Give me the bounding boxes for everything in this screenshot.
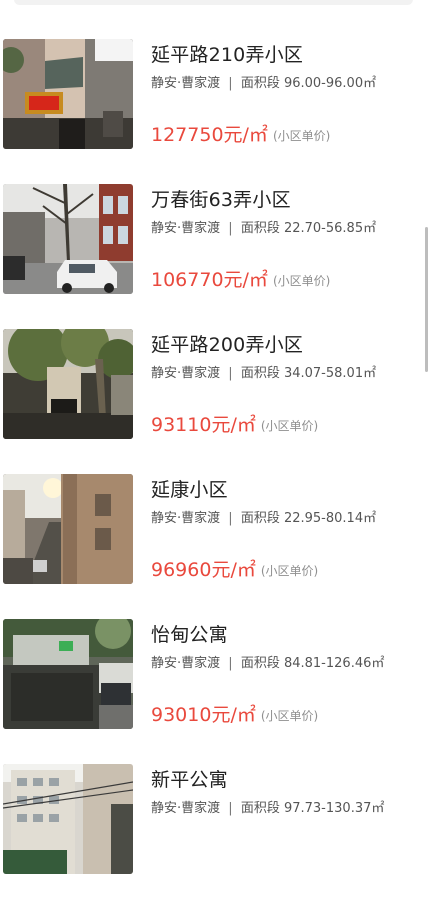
- vertical-scrollbar-thumb[interactable]: [425, 227, 428, 372]
- district-label: 静安·曹家渡: [151, 221, 221, 236]
- area-label: 面积段: [240, 366, 280, 381]
- community-meta: 静安·曹家渡 | 面积段 34.07-58.01㎡: [151, 365, 376, 383]
- top-filter-strip: [0, 0, 429, 20]
- community-name[interactable]: 延平路210弄小区: [151, 43, 303, 67]
- price-block: 93010元/㎡ (小区单价): [151, 702, 318, 728]
- community-photo[interactable]: [3, 474, 133, 584]
- community-list-item[interactable]: 新平公寓 静安·曹家渡 | 面积段 97.73-130.37㎡: [0, 763, 429, 908]
- community-meta: 静安·曹家渡 | 面积段 97.73-130.37㎡: [151, 800, 384, 818]
- price-note: (小区单价): [272, 129, 331, 143]
- meta-separator: |: [228, 76, 233, 91]
- community-photo[interactable]: [3, 764, 133, 874]
- price-block: 96960元/㎡ (小区单价): [151, 557, 318, 583]
- unit-price: 93010元/㎡: [151, 704, 256, 726]
- community-name[interactable]: 万春街63弄小区: [151, 188, 291, 212]
- meta-separator: |: [228, 656, 233, 671]
- district-label: 静安·曹家渡: [151, 656, 221, 671]
- community-meta: 静安·曹家渡 | 面积段 22.95-80.14㎡: [151, 510, 376, 528]
- lane-shop-photo: [3, 39, 133, 149]
- area-range: 97.73-130.37㎡: [283, 801, 385, 816]
- community-photo[interactable]: [3, 39, 133, 149]
- price-note: (小区单价): [260, 709, 319, 723]
- area-label: 面积段: [240, 76, 280, 91]
- community-list-item[interactable]: 延康小区 静安·曹家渡 | 面积段 22.95-80.14㎡ 96960元/㎡ (…: [0, 473, 429, 618]
- community-list-item[interactable]: 延平路200弄小区 静安·曹家渡 | 面积段 34.07-58.01㎡ 9311…: [0, 328, 429, 473]
- district-label: 静安·曹家渡: [151, 801, 221, 816]
- community-name[interactable]: 新平公寓: [151, 768, 228, 792]
- community-list-item[interactable]: 延平路210弄小区 静安·曹家渡 | 面积段 96.00-96.00㎡ 1277…: [0, 38, 429, 183]
- tree-entrance-photo: [3, 329, 133, 439]
- area-label: 面积段: [240, 221, 280, 236]
- community-photo[interactable]: [3, 329, 133, 439]
- unit-price: 96960元/㎡: [151, 559, 256, 581]
- price-note: (小区单价): [260, 564, 319, 578]
- community-list-item[interactable]: 万春街63弄小区 静安·曹家渡 | 面积段 22.70-56.85㎡ 10677…: [0, 183, 429, 328]
- community-meta: 静安·曹家渡 | 面积段 84.81-126.46㎡: [151, 655, 384, 673]
- stone-sign-photo: [3, 619, 133, 729]
- price-note: (小区单价): [272, 274, 331, 288]
- meta-separator: |: [228, 801, 233, 816]
- community-photo[interactable]: [3, 184, 133, 294]
- filter-bar-edge: [14, 0, 413, 5]
- unit-price: 106770元/㎡: [151, 269, 268, 291]
- community-meta: 静安·曹家渡 | 面积段 96.00-96.00㎡: [151, 75, 376, 93]
- area-range: 34.07-58.01㎡: [283, 366, 377, 381]
- area-range: 84.81-126.46㎡: [283, 656, 385, 671]
- street-car-photo: [3, 184, 133, 294]
- area-range: 22.70-56.85㎡: [283, 221, 377, 236]
- price-block: 106770元/㎡ (小区单价): [151, 267, 330, 293]
- community-photo[interactable]: [3, 619, 133, 729]
- meta-separator: |: [228, 366, 233, 381]
- unit-price: 93110元/㎡: [151, 414, 256, 436]
- area-label: 面积段: [240, 511, 280, 526]
- area-range: 96.00-96.00㎡: [283, 76, 377, 91]
- area-label: 面积段: [240, 801, 280, 816]
- narrow-lane-photo: [3, 474, 133, 584]
- community-list: 延平路210弄小区 静安·曹家渡 | 面积段 96.00-96.00㎡ 1277…: [0, 38, 429, 908]
- community-list-item[interactable]: 怡甸公寓 静安·曹家渡 | 面积段 84.81-126.46㎡ 93010元/㎡…: [0, 618, 429, 763]
- price-block: 127750元/㎡ (小区单价): [151, 122, 330, 148]
- community-meta: 静安·曹家渡 | 面积段 22.70-56.85㎡: [151, 220, 376, 238]
- district-label: 静安·曹家渡: [151, 76, 221, 91]
- district-label: 静安·曹家渡: [151, 511, 221, 526]
- district-label: 静安·曹家渡: [151, 366, 221, 381]
- area-range: 22.95-80.14㎡: [283, 511, 377, 526]
- apartment-tower-photo: [3, 764, 133, 874]
- meta-separator: |: [228, 511, 233, 526]
- area-label: 面积段: [240, 656, 280, 671]
- meta-separator: |: [228, 221, 233, 236]
- unit-price: 127750元/㎡: [151, 124, 268, 146]
- community-name[interactable]: 怡甸公寓: [151, 623, 228, 647]
- community-name[interactable]: 延康小区: [151, 478, 228, 502]
- community-name[interactable]: 延平路200弄小区: [151, 333, 303, 357]
- price-block: 93110元/㎡ (小区单价): [151, 412, 318, 438]
- price-note: (小区单价): [260, 419, 319, 433]
